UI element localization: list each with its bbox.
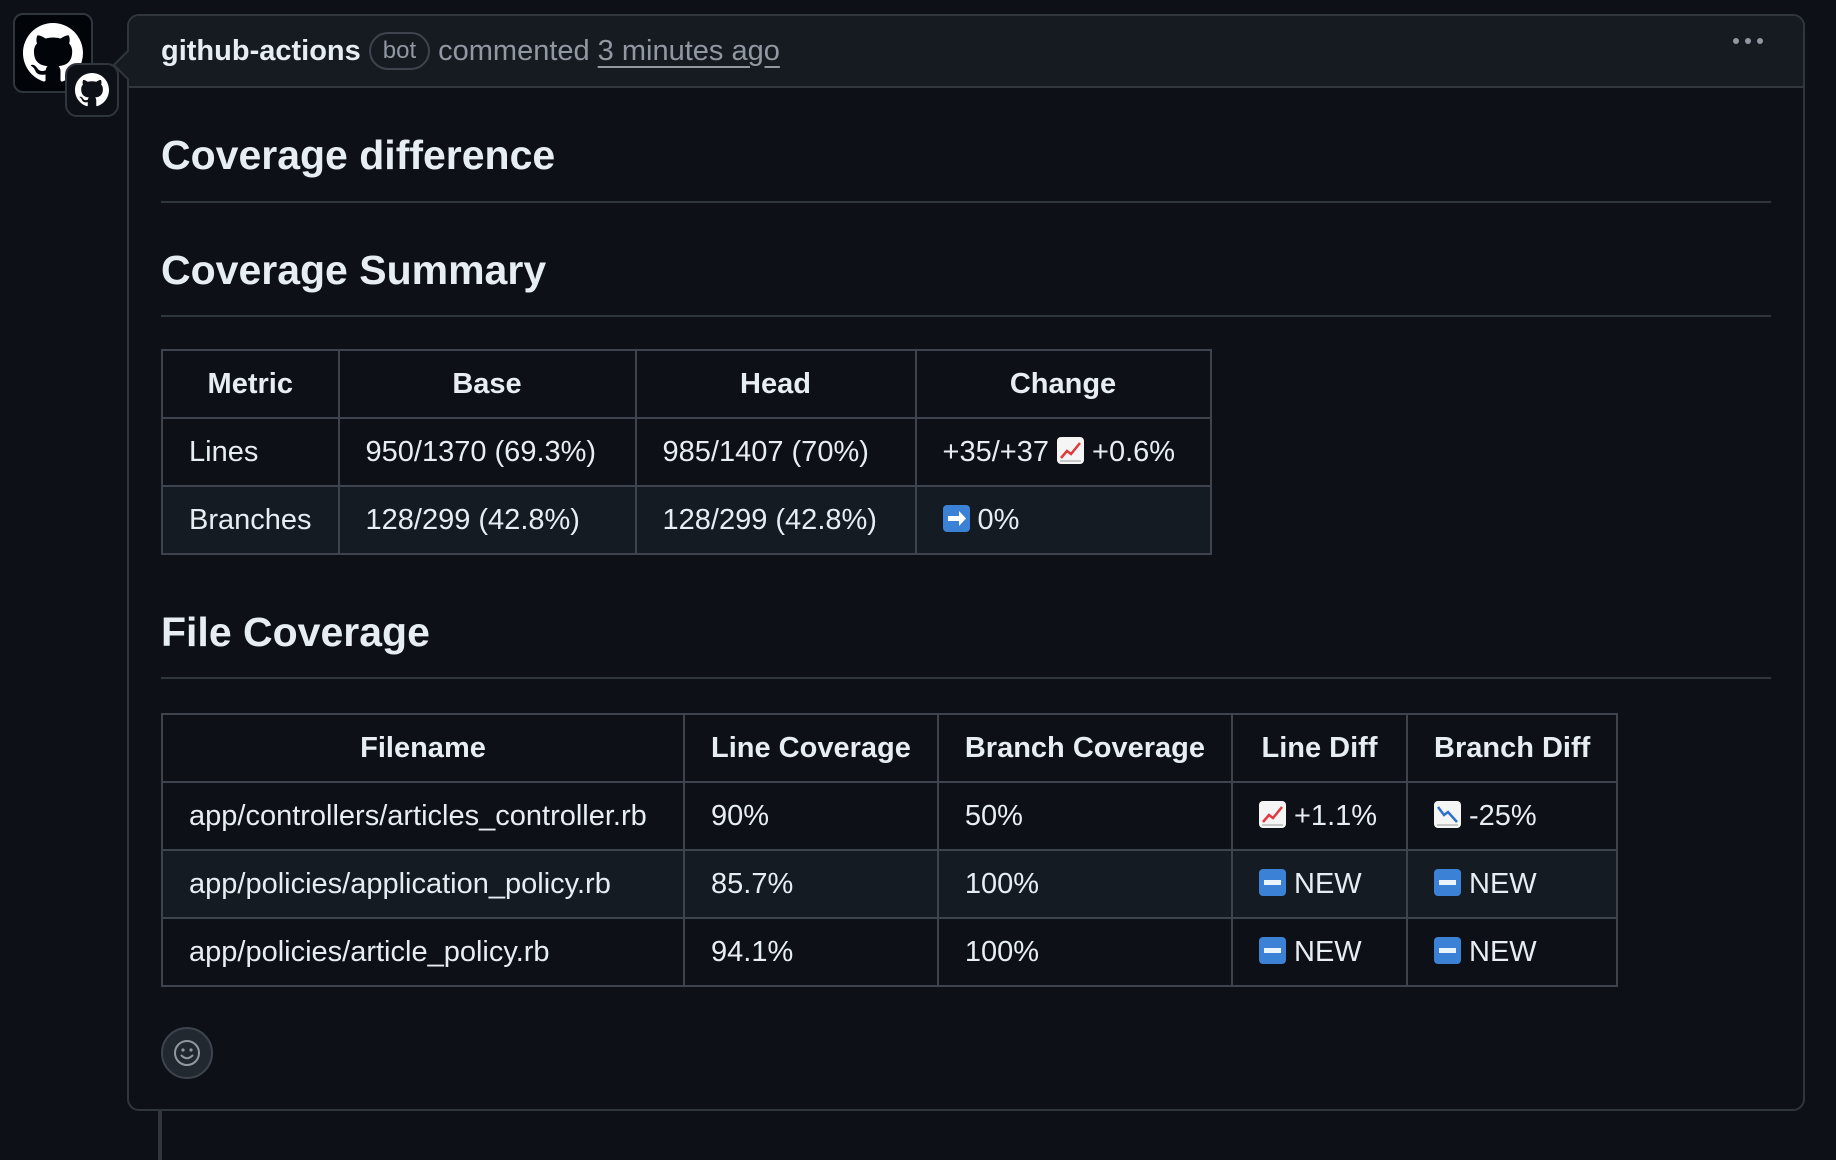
comment-header: github-actions bot commented 3 minutes a… (129, 16, 1803, 88)
branch-diff-cell: NEW (1405, 849, 1619, 919)
column-header: Line Coverage (683, 713, 939, 783)
head-cell: 128/299 (42.8%) (634, 485, 917, 555)
filename-cell: app/controllers/articles_controller.rb (161, 781, 685, 851)
new-button-icon (1434, 868, 1461, 896)
branch-diff-cell: NEW (1405, 917, 1619, 987)
coverage-summary-table: Metric Base Head Change Lines 950/1370 (… (161, 349, 1212, 555)
more-options-icon[interactable] (1733, 38, 1763, 44)
heading-coverage-difference: Coverage difference (161, 118, 1771, 203)
avatar[interactable] (13, 13, 119, 117)
change-cell: +35/+37 +0.6% (914, 417, 1212, 487)
right-arrow-icon (942, 504, 970, 532)
table-row: app/controllers/articles_controller.rb 9… (161, 781, 1619, 851)
branch-diff-value: NEW (1469, 867, 1537, 900)
new-button-icon (1259, 936, 1286, 964)
line-diff-cell: +1.1% (1231, 781, 1408, 851)
file-coverage-table: Filename Line Coverage Branch Coverage L… (161, 713, 1619, 987)
table-row: Branches 128/299 (42.8%) 128/299 (42.8%)… (161, 485, 1212, 555)
column-header: Change (914, 349, 1212, 419)
table-header-row: Filename Line Coverage Branch Coverage L… (161, 713, 1619, 783)
line-coverage-cell: 94.1% (683, 917, 939, 987)
column-header: Branch Coverage (936, 713, 1234, 783)
comment-action: commented (438, 34, 590, 67)
change-cell: 0% (914, 485, 1212, 555)
filename-cell: app/policies/article_policy.rb (161, 917, 685, 987)
change-value: 0% (977, 503, 1020, 536)
branch-diff-cell: -25% (1405, 781, 1619, 851)
heading-coverage-summary: Coverage Summary (161, 233, 1771, 317)
chart-increasing-icon (1259, 800, 1286, 828)
filename-cell: app/policies/application_policy.rb (161, 849, 685, 919)
line-diff-cell: NEW (1231, 849, 1408, 919)
table-header-row: Metric Base Head Change (161, 349, 1212, 419)
line-diff-value: NEW (1294, 935, 1362, 968)
column-header: Head (634, 349, 917, 419)
table-row: Lines 950/1370 (69.3%) 985/1407 (70%) +3… (161, 417, 1212, 487)
bot-badge: bot (368, 32, 431, 70)
chart-increasing-icon (1057, 436, 1085, 464)
comment-box: github-actions bot commented 3 minutes a… (112, 14, 1805, 1111)
head-cell: 985/1407 (70%) (634, 417, 917, 487)
branch-coverage-cell: 50% (936, 781, 1234, 851)
add-reaction-button[interactable] (161, 1027, 213, 1079)
branch-coverage-cell: 100% (936, 849, 1234, 919)
branch-coverage-cell: 100% (936, 917, 1234, 987)
base-cell: 950/1370 (69.3%) (337, 417, 637, 487)
github-app-badge-icon (65, 63, 119, 117)
comment-body: Coverage difference Coverage Summary Met… (129, 118, 1803, 987)
column-header: Metric (161, 349, 340, 419)
timestamp-link[interactable]: 3 minutes ago (598, 35, 780, 68)
table-row: app/policies/application_policy.rb 85.7%… (161, 849, 1619, 919)
column-header: Branch Diff (1405, 713, 1619, 783)
metric-cell: Lines (161, 417, 340, 487)
column-header: Filename (161, 713, 685, 783)
column-header: Base (337, 349, 637, 419)
branch-diff-value: -25% (1469, 799, 1537, 832)
line-diff-cell: NEW (1231, 917, 1408, 987)
column-header: Line Diff (1231, 713, 1408, 783)
new-button-icon (1434, 936, 1461, 964)
change-value: +0.6% (1092, 435, 1176, 468)
base-cell: 128/299 (42.8%) (337, 485, 637, 555)
new-button-icon (1259, 868, 1286, 896)
branch-diff-value: NEW (1469, 935, 1537, 968)
smiley-icon (174, 1040, 200, 1066)
line-diff-value: NEW (1294, 867, 1362, 900)
author-name[interactable]: github-actions (161, 35, 361, 68)
heading-file-coverage: File Coverage (161, 595, 1771, 679)
line-coverage-cell: 90% (683, 781, 939, 851)
metric-cell: Branches (161, 485, 340, 555)
line-diff-value: +1.1% (1294, 799, 1378, 832)
chart-decreasing-icon (1434, 800, 1461, 828)
line-coverage-cell: 85.7% (683, 849, 939, 919)
table-row: app/policies/article_policy.rb 94.1% 100… (161, 917, 1619, 987)
change-prefix: +35/+37 (942, 435, 1049, 468)
